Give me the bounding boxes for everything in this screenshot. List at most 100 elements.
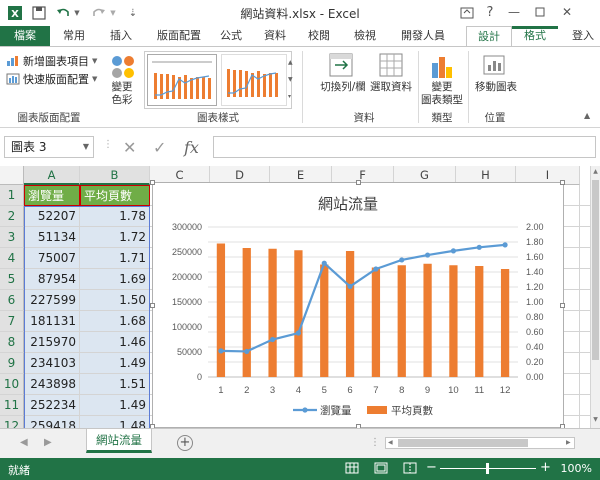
cell-a7[interactable]: 181131 [24, 311, 80, 332]
zoom-slider-thumb[interactable] [486, 463, 489, 474]
close-icon[interactable]: ✕ [555, 2, 579, 22]
cell-a3[interactable]: 51134 [24, 227, 80, 248]
chart-resize-handle[interactable] [150, 180, 155, 185]
select-all-corner[interactable] [0, 166, 24, 185]
tab-home[interactable]: 常用 [56, 26, 92, 46]
sheet-next-icon[interactable]: ▶ [44, 437, 52, 448]
column-header-b[interactable]: B [80, 166, 150, 185]
switch-row-column-button[interactable]: 切換列/欄 [314, 53, 368, 95]
column-header-a[interactable]: A [24, 166, 80, 185]
page-break-preview-icon[interactable] [403, 462, 417, 477]
sheet-tab-website-traffic[interactable]: 網站流量 [86, 429, 152, 453]
change-chart-type-button[interactable]: 變更 圖表類型 [420, 53, 464, 109]
chart-resize-handle[interactable] [150, 303, 155, 308]
cell-a5[interactable]: 87954 [24, 269, 80, 290]
cell-b11[interactable]: 1.49 [80, 395, 150, 416]
cell-b4[interactable]: 1.71 [80, 248, 150, 269]
insert-function-icon[interactable]: fx [184, 138, 199, 157]
move-chart-button[interactable]: 移動圖表 [472, 53, 518, 95]
chart-style-thumbnail-1[interactable] [147, 54, 217, 106]
row-header-5[interactable]: 5 [0, 269, 24, 290]
row-header-7[interactable]: 7 [0, 311, 24, 332]
collapse-ribbon-icon[interactable]: ▲ [584, 111, 590, 120]
dropdown-arrow-icon: ▼ [92, 75, 98, 83]
tab-review[interactable]: 校閱 [302, 26, 336, 46]
gallery-scroll-icon[interactable]: ▲ ▼ ▾ [288, 54, 293, 106]
tab-developer[interactable]: 開發人員 [394, 26, 452, 46]
tab-file[interactable]: 檔案 [0, 26, 50, 46]
tab-format[interactable]: 格式 [512, 26, 558, 46]
scroll-right-icon[interactable]: ▶ [566, 438, 571, 448]
cell-b9[interactable]: 1.49 [80, 353, 150, 374]
name-box-dropdown-icon[interactable]: ▼ [83, 137, 89, 157]
zoom-out-button[interactable]: − [426, 460, 437, 475]
cell-b3[interactable]: 1.72 [80, 227, 150, 248]
cell-b12[interactable]: 1.48 [80, 416, 150, 428]
row-header-10[interactable]: 10 [0, 374, 24, 395]
cell-a2[interactable]: 52207 [24, 206, 80, 227]
sign-in-link[interactable]: 登入 [566, 26, 600, 46]
ribbon-display-options-icon[interactable] [455, 3, 479, 23]
cell-a6[interactable]: 227599 [24, 290, 80, 311]
cell-b6[interactable]: 1.50 [80, 290, 150, 311]
add-chart-element-button[interactable]: 新增圖表項目 ▼ [6, 53, 97, 69]
cell-b7[interactable]: 1.68 [80, 311, 150, 332]
cell-a8[interactable]: 215970 [24, 332, 80, 353]
restore-icon[interactable] [528, 2, 552, 22]
chart-resize-handle[interactable] [560, 303, 565, 308]
change-colors-button[interactable]: 變更 色彩 [104, 53, 140, 106]
help-button[interactable]: ? [478, 2, 502, 22]
tab-formulas[interactable]: 公式 [214, 26, 248, 46]
normal-view-icon[interactable] [345, 462, 359, 477]
cell-b1-header[interactable]: 平均頁數 [80, 185, 150, 206]
tab-insert[interactable]: 插入 [104, 26, 138, 46]
formula-input[interactable] [213, 136, 596, 158]
row-header-6[interactable]: 6 [0, 290, 24, 311]
select-data-button[interactable]: 選取資料 [368, 53, 414, 95]
row-header-12[interactable]: 12 [0, 416, 24, 428]
tab-design[interactable]: 設計 [466, 26, 512, 47]
scroll-left-icon[interactable]: ◀ [388, 438, 393, 448]
cell-a4[interactable]: 75007 [24, 248, 80, 269]
chart-object[interactable]: 網站流量 0.00 0.20 0.40 0.60 0.80 1.00 1.20 1.40 1.60… [150, 180, 565, 429]
cell-b8[interactable]: 1.46 [80, 332, 150, 353]
tab-data[interactable]: 資料 [258, 26, 292, 46]
chart-resize-handle[interactable] [560, 180, 565, 185]
row-header-3[interactable]: 3 [0, 227, 24, 248]
cell-a11[interactable]: 252234 [24, 395, 80, 416]
horizontal-scrollbar[interactable]: ◀ ▶ [385, 437, 575, 449]
cell-a9[interactable]: 234103 [24, 353, 80, 374]
cancel-icon[interactable]: ✕ [123, 138, 136, 157]
cell-b5[interactable]: 1.69 [80, 269, 150, 290]
cell-b2[interactable]: 1.78 [80, 206, 150, 227]
chart-style-thumbnail-2[interactable] [221, 54, 287, 106]
name-box[interactable]: 圖表 3 ▼ [4, 136, 94, 158]
minimize-icon[interactable]: — [502, 2, 526, 22]
zoom-level[interactable]: 100% [561, 462, 592, 475]
row-header-1[interactable]: 1 [0, 185, 24, 206]
row-header-8[interactable]: 8 [0, 332, 24, 353]
horizontal-scroll-thumb[interactable] [398, 439, 528, 447]
add-sheet-button[interactable]: + [177, 435, 193, 451]
cell-a10[interactable]: 243898 [24, 374, 80, 395]
tab-view[interactable]: 檢視 [348, 26, 382, 46]
scroll-down-icon[interactable]: ▼ [591, 416, 600, 423]
row-header-9[interactable]: 9 [0, 353, 24, 374]
vertical-scrollbar[interactable]: ▲ ▼ [590, 166, 600, 428]
cell-a12[interactable]: 259418 [24, 416, 80, 428]
row-header-2[interactable]: 2 [0, 206, 24, 227]
cell-a1-header[interactable]: 瀏覽量 [24, 185, 80, 206]
vertical-scroll-thumb[interactable] [592, 180, 599, 360]
sheet-prev-icon[interactable]: ◀ [20, 437, 28, 448]
chart-resize-handle[interactable] [356, 180, 361, 185]
cell-b10[interactable]: 1.51 [80, 374, 150, 395]
row-header-11[interactable]: 11 [0, 395, 24, 416]
page-layout-view-icon[interactable] [374, 462, 388, 477]
scroll-up-icon[interactable]: ▲ [591, 168, 600, 175]
enter-icon[interactable]: ✓ [153, 138, 166, 157]
tab-split-grip-icon[interactable]: ⋮ [370, 437, 380, 448]
quick-layout-button[interactable]: 快速版面配置 ▼ [6, 71, 97, 87]
zoom-in-button[interactable]: + [540, 460, 551, 475]
tab-page-layout[interactable]: 版面配置 [150, 26, 208, 46]
row-header-4[interactable]: 4 [0, 248, 24, 269]
